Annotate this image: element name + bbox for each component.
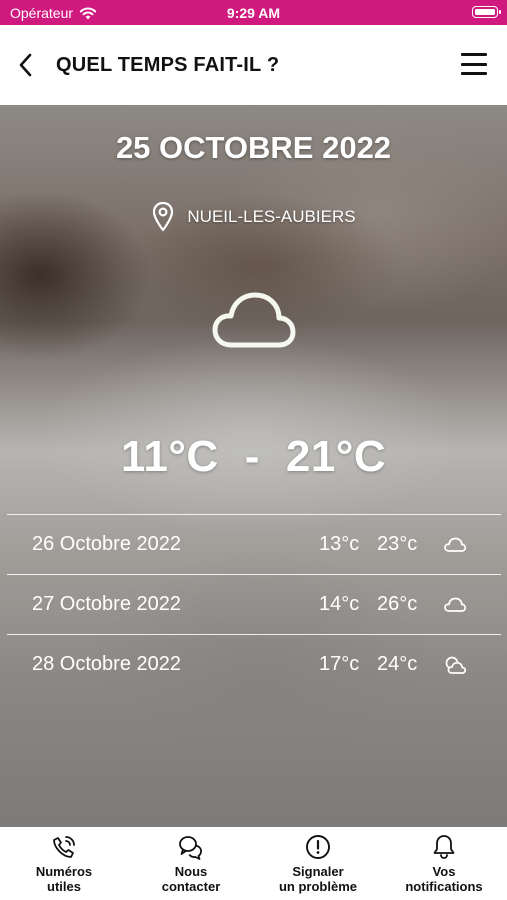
nav-nous-contacter[interactable]: Nous contacter (131, 833, 251, 894)
current-date: 25 OCTOBRE 2022 (115, 130, 392, 165)
nav-vos-notifications[interactable]: Vos notifications (384, 833, 504, 894)
nav-signaler-probleme[interactable]: Signaler un problème (258, 833, 378, 894)
location-name: NUEIL-LES-AUBIERS (187, 207, 356, 226)
hamburger-menu-icon[interactable] (461, 53, 487, 75)
forecast-date: 27 Octobre 2022 (32, 593, 181, 615)
chat-bubbles-icon (179, 836, 202, 860)
forecast-max: 23°c (377, 533, 418, 555)
phone-icon (53, 836, 75, 858)
temp-separator: - (244, 432, 260, 481)
nav-label: Numéros (35, 864, 93, 879)
nav-label: Vos (432, 864, 456, 879)
cloud-icon (212, 292, 296, 348)
forecast-min: 13°c (319, 533, 360, 555)
partly-cloudy-icon (445, 656, 467, 674)
page-title: QUEL TEMPS FAIT-IL ? (56, 54, 280, 76)
forecast-date: 28 Octobre 2022 (32, 653, 181, 675)
nav-label: Signaler (292, 864, 344, 879)
back-chevron-icon[interactable] (16, 51, 36, 79)
app-header: QUEL TEMPS FAIT-IL ? (0, 25, 507, 105)
forecast-row: 27 Octobre 2022 14°c 26°c (7, 574, 501, 634)
forecast-date: 26 Octobre 2022 (32, 533, 181, 555)
bell-icon (433, 835, 455, 859)
nav-label: utiles (47, 879, 81, 894)
nav-numeros-utiles[interactable]: Numéros utiles (4, 833, 124, 894)
forecast-row: 26 Octobre 2022 13°c 23°c (7, 514, 501, 574)
forecast-row: 28 Octobre 2022 17°c 24°c (7, 634, 501, 694)
cloud-icon (444, 597, 467, 612)
nav-label: contacter (161, 879, 221, 894)
nav-label: notifications (405, 879, 483, 894)
nav-label: Nous (174, 864, 208, 879)
forecast-max: 24°c (377, 653, 418, 675)
status-bar: Opérateur 9:29 AM (0, 0, 507, 25)
bottom-nav: Numéros utiles Nous contacter Signaler u… (0, 827, 507, 900)
forecast-list: 26 Octobre 2022 13°c 23°c 27 Octobre 202… (7, 514, 501, 694)
temp-max: 21°C (285, 432, 387, 481)
cloud-icon (444, 537, 467, 552)
temperature-range: 11°C -21°C (0, 432, 507, 482)
forecast-max: 26°c (377, 593, 418, 615)
forecast-min: 14°c (319, 593, 360, 615)
location: NUEIL-LES-AUBIERS (0, 201, 507, 233)
status-time: 9:29 AM (226, 5, 281, 21)
alert-circle-icon (306, 835, 330, 859)
battery-icon (472, 6, 501, 18)
nav-label: un problème (278, 879, 357, 894)
forecast-min: 17°c (319, 653, 360, 675)
weather-panel: 25 OCTOBRE 2022 NUEIL-LES-AUBIERS 11°C -2… (0, 105, 507, 827)
map-pin-icon (153, 201, 174, 232)
temp-min: 11°C (120, 432, 219, 481)
